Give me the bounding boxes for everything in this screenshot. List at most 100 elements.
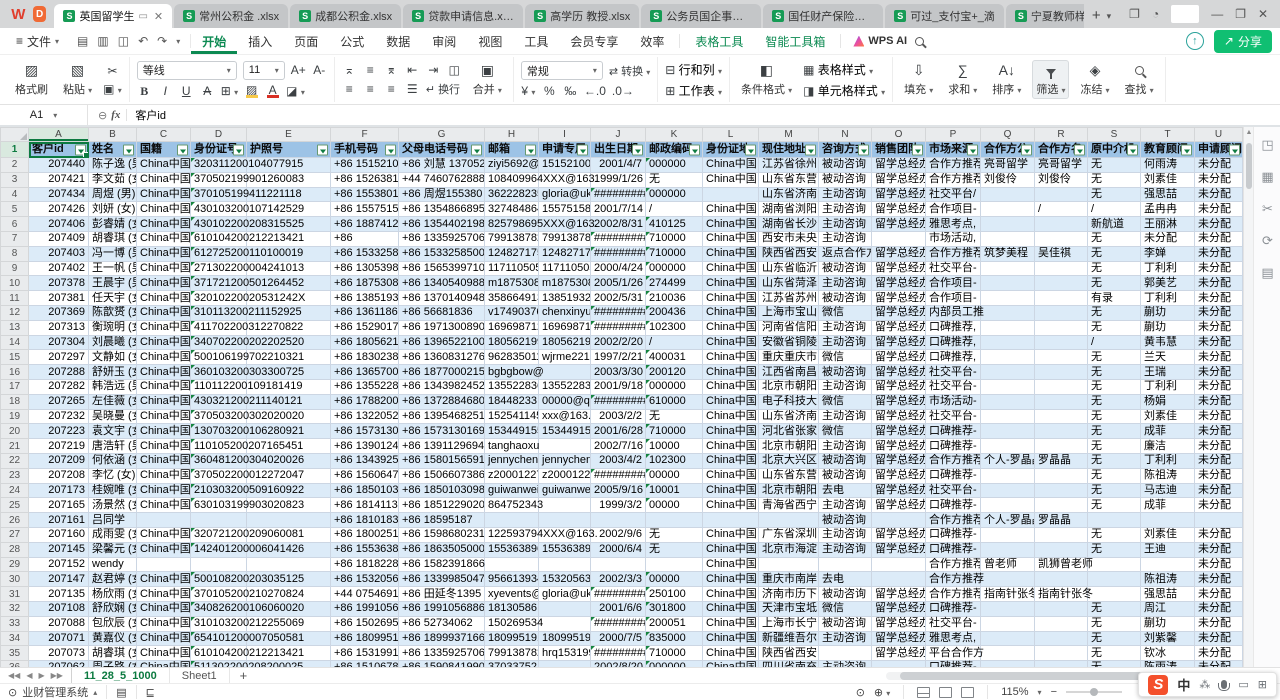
- locate-icon[interactable]: ⊕ ▾: [874, 686, 890, 699]
- cell[interactable]: 无: [1088, 231, 1141, 246]
- cell[interactable]: 留学总经办: [872, 276, 926, 291]
- cell[interactable]: 主动咨询: [819, 631, 872, 646]
- cell[interactable]: 电子科技大: [759, 394, 819, 409]
- cell[interactable]: 207421: [29, 172, 89, 187]
- cell[interactable]: 郭美艺: [1141, 276, 1195, 291]
- shrink-font-button[interactable]: A-: [312, 63, 327, 77]
- cell[interactable]: +86 18874129: [331, 217, 399, 232]
- cell[interactable]: 155751588: [539, 202, 591, 217]
- cell[interactable]: 无: [646, 542, 703, 557]
- cell[interactable]: China中国: [137, 498, 191, 513]
- cell[interactable]: 未分配: [1195, 409, 1243, 424]
- cell[interactable]: 207369: [29, 305, 89, 320]
- cell[interactable]: [1035, 527, 1088, 542]
- cell[interactable]: 2002/3/3: [591, 572, 646, 587]
- cell[interactable]: +86 15320563: [331, 572, 399, 587]
- cell[interactable]: /: [1035, 202, 1088, 217]
- cell[interactable]: #########: [591, 587, 646, 602]
- strikethrough-button[interactable]: A: [200, 84, 215, 98]
- cell[interactable]: [981, 217, 1035, 232]
- number-format-select[interactable]: 常规▾: [521, 61, 603, 80]
- cell[interactable]: 胡睿琪 (女): [89, 231, 137, 246]
- cell[interactable]: China中国: [703, 557, 759, 572]
- cell[interactable]: 王一帆 (男): [89, 261, 137, 276]
- cell[interactable]: 1999/3/2: [591, 498, 646, 513]
- align-bottom-icon[interactable]: ⌆: [384, 63, 399, 77]
- cell[interactable]: 207381: [29, 291, 89, 306]
- cell[interactable]: bgbgbow@: [485, 365, 539, 380]
- cell[interactable]: [981, 424, 1035, 439]
- cell[interactable]: 丁利利: [1141, 261, 1195, 276]
- filter-button[interactable]: [1229, 144, 1240, 155]
- cell[interactable]: [819, 557, 872, 572]
- cell[interactable]: #########: [591, 305, 646, 320]
- row-header-3[interactable]: 3: [1, 172, 29, 187]
- column-header-H[interactable]: H: [485, 128, 539, 142]
- cell[interactable]: 207232: [29, 409, 89, 424]
- cell[interactable]: 无: [1088, 542, 1141, 557]
- notes-icon[interactable]: ▤: [1261, 265, 1273, 281]
- cell[interactable]: 蒯玏: [1141, 616, 1195, 631]
- cell[interactable]: +86 1850103098: [399, 483, 485, 498]
- cell[interactable]: 留学总经办: [872, 542, 926, 557]
- name-box[interactable]: A1▾: [0, 105, 88, 125]
- cell[interactable]: [981, 601, 1035, 616]
- ime-keyboard-icon[interactable]: ▭: [1238, 678, 1248, 691]
- cell[interactable]: 李婵: [1141, 246, 1195, 261]
- cell[interactable]: 2001/9/18: [591, 379, 646, 394]
- increase-decimal-icon[interactable]: ←.0: [584, 84, 606, 98]
- cell[interactable]: 留学总经办: [872, 409, 926, 424]
- decrease-decimal-icon[interactable]: .0→: [612, 84, 634, 98]
- cell[interactable]: 无: [1088, 187, 1141, 202]
- 求和-button[interactable]: ∑ 求和 ▾: [944, 60, 981, 99]
- cell[interactable]: 无: [1088, 379, 1141, 394]
- cell[interactable]: 210036: [646, 291, 703, 306]
- cell[interactable]: 主动咨询: [819, 276, 872, 291]
- cell[interactable]: +86 1991056886: [399, 601, 485, 616]
- filter-button[interactable]: [317, 144, 328, 155]
- cell[interactable]: 指南针张冬: [1035, 587, 1088, 602]
- cell[interactable]: wjrme221@: [539, 350, 591, 365]
- cell[interactable]: 799138782: [485, 231, 539, 246]
- cell[interactable]: 207161: [29, 513, 89, 528]
- cell[interactable]: 207378: [29, 276, 89, 291]
- cell[interactable]: +86 15152100: [331, 158, 399, 173]
- row-header-22[interactable]: 22: [1, 453, 29, 468]
- cell[interactable]: /: [1088, 335, 1141, 350]
- cell[interactable]: 社交平台-: [926, 379, 981, 394]
- cell[interactable]: 207434: [29, 187, 89, 202]
- cell[interactable]: 327484864: [485, 202, 539, 217]
- cell[interactable]: 2005/1/26: [591, 276, 646, 291]
- filter-button[interactable]: [75, 144, 86, 155]
- cell[interactable]: 2003/3/30: [591, 365, 646, 380]
- cell[interactable]: 王瑞: [1141, 365, 1195, 380]
- cell[interactable]: 市场活动,: [926, 231, 981, 246]
- zoom-slider[interactable]: [1066, 691, 1122, 693]
- cell[interactable]: 无: [1088, 468, 1141, 483]
- formula-input[interactable]: 客户id: [133, 107, 166, 123]
- cell[interactable]: 102300: [646, 453, 703, 468]
- cell[interactable]: 指南针张冬: [981, 587, 1035, 602]
- cell[interactable]: [1088, 557, 1141, 572]
- cell[interactable]: 留学总经办: [872, 646, 926, 661]
- docer-icon[interactable]: D: [33, 6, 47, 22]
- cell[interactable]: 180995191: [539, 631, 591, 646]
- cell[interactable]: 无: [1088, 246, 1141, 261]
- cell[interactable]: /: [1088, 202, 1141, 217]
- filter-button[interactable]: [745, 144, 756, 155]
- cell[interactable]: 207402: [29, 261, 89, 276]
- layout-icon[interactable]: ▦: [1261, 169, 1273, 185]
- document-tab[interactable]: S 常州公积金 .xlsx: [174, 4, 288, 28]
- avatar[interactable]: [1171, 5, 1199, 23]
- cell[interactable]: 2001/6/6: [591, 601, 646, 616]
- cell[interactable]: 被动咨询: [819, 513, 872, 528]
- cell[interactable]: +86 56681836: [399, 305, 485, 320]
- cell[interactable]: +86 15575158: [331, 202, 399, 217]
- underline-button[interactable]: U: [179, 84, 194, 98]
- 填充-button[interactable]: ⇩ 填充 ▾: [900, 60, 937, 99]
- cell[interactable]: 2003/4/2: [591, 453, 646, 468]
- cell[interactable]: 未分配: [1195, 572, 1243, 587]
- cell[interactable]: [703, 187, 759, 202]
- italic-button[interactable]: I: [158, 84, 173, 98]
- filter-button[interactable]: [577, 144, 588, 155]
